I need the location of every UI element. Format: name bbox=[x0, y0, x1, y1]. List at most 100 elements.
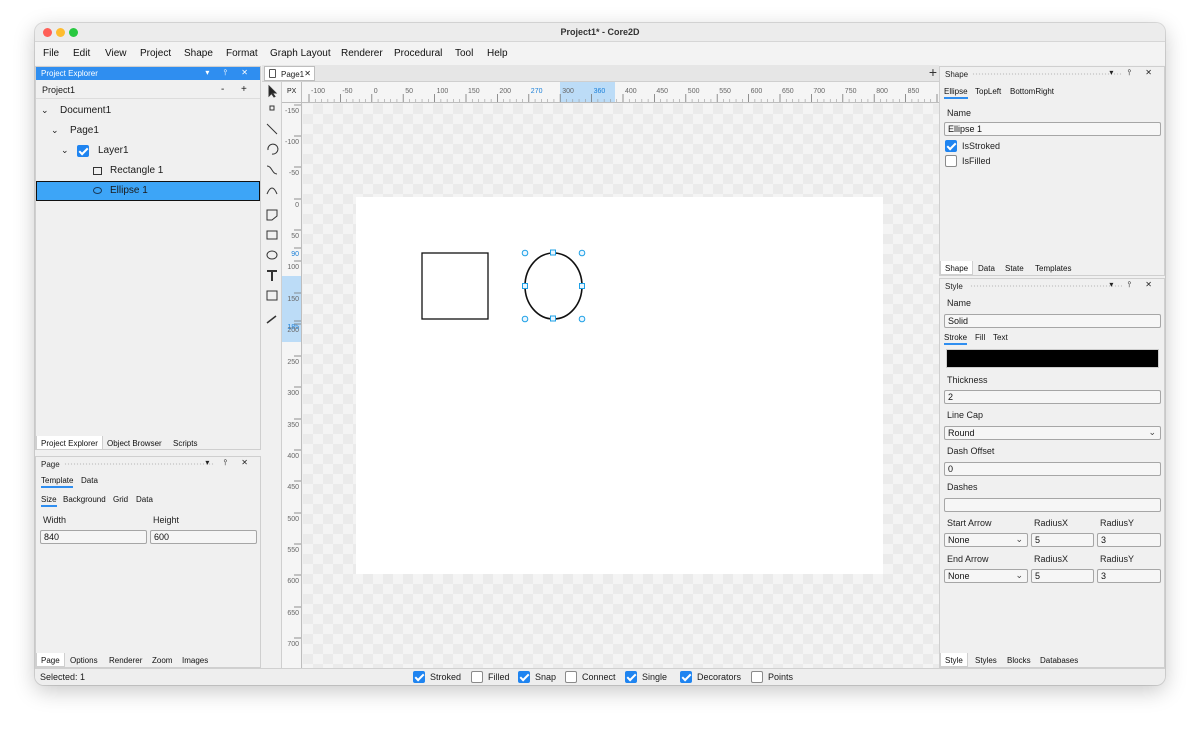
panel-header-icons[interactable]: ▾ ⫯ ✕ bbox=[205, 458, 254, 468]
tab-scripts[interactable]: Scripts bbox=[169, 436, 201, 450]
ruler-label: 270 bbox=[531, 88, 543, 95]
rectangle-tool-icon bbox=[266, 230, 278, 240]
add-project-button[interactable]: + bbox=[241, 84, 247, 95]
snap-toggle[interactable] bbox=[518, 671, 530, 683]
selection-handles[interactable] bbox=[521, 249, 586, 323]
tab-styles[interactable]: Styles bbox=[971, 653, 1001, 667]
panel-header-icons[interactable]: ▾ ⫯ ✕ bbox=[205, 68, 254, 78]
tab-zoom[interactable]: Zoom bbox=[148, 653, 176, 667]
dashes-input[interactable] bbox=[944, 498, 1161, 512]
drawing-canvas[interactable] bbox=[303, 104, 939, 668]
project-explorer-tabs: Project Explorer Object Browser Scripts bbox=[36, 436, 260, 450]
menu-tool[interactable]: Tool bbox=[455, 48, 473, 59]
tree-item-document[interactable]: ⌄ Document1 bbox=[36, 101, 260, 121]
end-radiusx-input[interactable]: 5 bbox=[1031, 569, 1094, 583]
is-filled-checkbox[interactable] bbox=[945, 155, 957, 167]
tree-item-label: Layer1 bbox=[98, 145, 129, 156]
dash-offset-label: Dash Offset bbox=[947, 446, 995, 456]
tab-shape[interactable]: Shape bbox=[940, 261, 974, 275]
tab-blocks[interactable]: Blocks bbox=[1003, 653, 1035, 667]
shape-name-label: Name bbox=[947, 108, 972, 118]
chevron-down-icon[interactable]: ⌄ bbox=[41, 105, 49, 116]
tab-images[interactable]: Images bbox=[178, 653, 212, 667]
subtab-ellipse[interactable]: Ellipse bbox=[944, 87, 968, 99]
tab-style[interactable]: Style bbox=[940, 653, 968, 667]
tree-item-ellipse[interactable]: Ellipse 1 bbox=[36, 181, 260, 201]
drag-handle[interactable] bbox=[64, 463, 214, 465]
thickness-input[interactable]: 2 bbox=[944, 390, 1161, 404]
menu-help[interactable]: Help bbox=[487, 48, 508, 59]
end-radiusy-input[interactable]: 3 bbox=[1097, 569, 1161, 583]
subtab-fill[interactable]: Fill bbox=[975, 333, 985, 342]
close-tab-icon[interactable]: ✕ bbox=[304, 69, 311, 78]
rectangle-shape[interactable] bbox=[421, 252, 489, 320]
connect-toggle[interactable] bbox=[565, 671, 577, 683]
page-height-input[interactable]: 600 bbox=[150, 530, 257, 544]
stroked-toggle[interactable] bbox=[413, 671, 425, 683]
start-radiusx-input[interactable]: 5 bbox=[1031, 533, 1094, 547]
tree-item-page[interactable]: ⌄ Page1 bbox=[36, 121, 260, 141]
page-width-input[interactable]: 840 bbox=[40, 530, 147, 544]
shape-name-input[interactable]: Ellipse 1 bbox=[944, 122, 1161, 136]
subtab-size[interactable]: Size bbox=[41, 495, 57, 507]
stroke-color-swatch[interactable] bbox=[946, 349, 1159, 368]
chevron-down-icon[interactable]: ⌄ bbox=[51, 125, 59, 136]
single-label: Single bbox=[642, 672, 668, 682]
filled-toggle[interactable] bbox=[471, 671, 483, 683]
drag-handle[interactable] bbox=[972, 73, 1122, 75]
tab-options[interactable]: Options bbox=[66, 653, 102, 667]
tab-project-explorer[interactable]: Project Explorer bbox=[36, 436, 103, 450]
menu-edit[interactable]: Edit bbox=[73, 48, 90, 59]
ruler-label: 400 bbox=[287, 453, 299, 460]
menu-format[interactable]: Format bbox=[226, 48, 258, 59]
dash-offset-input[interactable]: 0 bbox=[944, 462, 1161, 476]
drag-handle[interactable] bbox=[970, 285, 1122, 287]
tree-item-layer[interactable]: ⌄ Layer1 bbox=[36, 141, 260, 161]
tab-data[interactable]: Data bbox=[81, 476, 98, 485]
panel-header-icons[interactable]: ▾ ⫯ ✕ bbox=[1109, 280, 1158, 290]
tab-template[interactable]: Template bbox=[41, 476, 74, 488]
path-tool-icon bbox=[266, 209, 278, 221]
menu-project[interactable]: Project bbox=[140, 48, 171, 59]
subtab-bottomright[interactable]: BottomRight bbox=[1010, 87, 1054, 96]
menu-renderer[interactable]: Renderer bbox=[341, 48, 383, 59]
menu-file[interactable]: File bbox=[43, 48, 59, 59]
menu-shape[interactable]: Shape bbox=[184, 48, 213, 59]
decorators-label: Decorators bbox=[697, 672, 742, 682]
line-cap-select[interactable]: Round ⌄ bbox=[944, 426, 1161, 440]
subtab-grid[interactable]: Grid bbox=[113, 495, 128, 504]
decorators-toggle[interactable] bbox=[680, 671, 692, 683]
add-tab-button[interactable]: + bbox=[929, 64, 937, 80]
tab-databases[interactable]: Databases bbox=[1036, 653, 1082, 667]
tab-data[interactable]: Data bbox=[974, 261, 999, 275]
tab-renderer[interactable]: Renderer bbox=[105, 653, 146, 667]
subtab-text[interactable]: Text bbox=[993, 333, 1008, 342]
tab-state[interactable]: State bbox=[1001, 261, 1028, 275]
single-toggle[interactable] bbox=[625, 671, 637, 683]
chevron-down-icon[interactable]: ⌄ bbox=[61, 145, 69, 156]
layer-visible-checkbox[interactable] bbox=[77, 145, 89, 157]
tab-page[interactable]: Page bbox=[36, 653, 65, 667]
menu-view[interactable]: View bbox=[105, 48, 127, 59]
subtab-topleft[interactable]: TopLeft bbox=[975, 87, 1001, 96]
subtab-stroke[interactable]: Stroke bbox=[944, 333, 968, 345]
is-filled-label: IsFilled bbox=[962, 156, 991, 166]
tree-item-rectangle[interactable]: Rectangle 1 bbox=[36, 161, 260, 181]
start-arrow-select[interactable]: None ⌄ bbox=[944, 533, 1028, 547]
subtab-background[interactable]: Background bbox=[63, 495, 106, 504]
style-name-input[interactable]: Solid bbox=[944, 314, 1161, 328]
tab-templates[interactable]: Templates bbox=[1031, 261, 1075, 275]
menu-graph-layout[interactable]: Graph Layout bbox=[270, 48, 331, 59]
panel-header-icons[interactable]: ▾ ⫯ ✕ bbox=[1109, 68, 1158, 78]
points-toggle[interactable] bbox=[751, 671, 763, 683]
ellipse-shape[interactable] bbox=[524, 252, 583, 320]
document-tab-page1[interactable]: Page1 ✕ bbox=[264, 66, 315, 81]
remove-project-button[interactable]: - bbox=[221, 84, 224, 95]
end-arrow-select[interactable]: None ⌄ bbox=[944, 569, 1028, 583]
menu-procedural[interactable]: Procedural bbox=[394, 48, 442, 59]
tab-object-browser[interactable]: Object Browser bbox=[103, 436, 166, 450]
image-tool-icon bbox=[266, 290, 278, 301]
subtab-data[interactable]: Data bbox=[136, 495, 153, 504]
is-stroked-checkbox[interactable] bbox=[945, 140, 957, 152]
start-radiusy-input[interactable]: 3 bbox=[1097, 533, 1161, 547]
